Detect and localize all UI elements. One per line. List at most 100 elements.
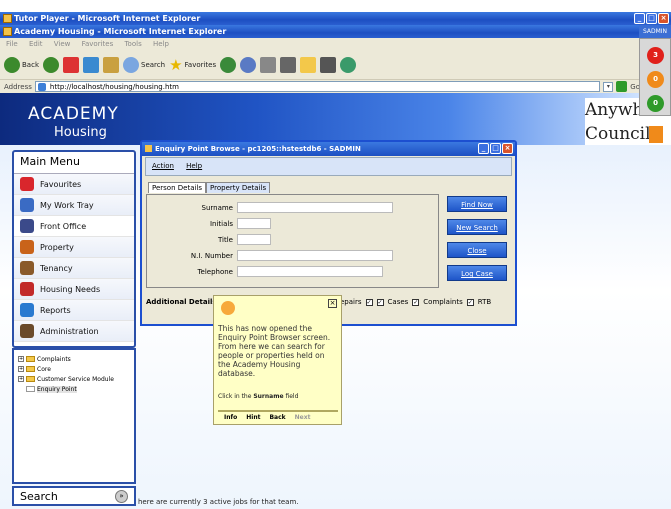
find-now-button[interactable]: Find Now: [447, 196, 507, 212]
checkbox-rtb[interactable]: ✓: [466, 298, 474, 306]
amber-alert-light[interactable]: 0: [647, 71, 664, 88]
menu-favorites[interactable]: Favorites: [82, 40, 114, 48]
address-dropdown-icon[interactable]: ▾: [603, 81, 614, 92]
close-icon[interactable]: ×: [658, 13, 669, 24]
field-input-initials[interactable]: [237, 218, 271, 229]
minimize-icon[interactable]: _: [634, 13, 645, 24]
dialog-minimize-icon[interactable]: _: [478, 143, 489, 154]
field-label: Telephone: [197, 267, 233, 276]
history-icon[interactable]: [220, 57, 237, 73]
maximize-icon[interactable]: □: [646, 13, 657, 24]
tab-property-details[interactable]: Property Details: [206, 182, 271, 193]
home-icon[interactable]: [103, 57, 119, 73]
menu-tools[interactable]: Tools: [124, 40, 141, 48]
menu-action[interactable]: Action: [152, 162, 174, 170]
browser-toolbar: Back Search ★ Favorites: [0, 51, 640, 79]
menu-item-my-work-tray[interactable]: My Work Tray: [14, 195, 134, 216]
expand-plus-icon[interactable]: +: [18, 366, 24, 372]
tree-item-enquiry-point[interactable]: Enquiry Point: [18, 384, 130, 394]
tree-item-core[interactable]: + Core: [18, 364, 130, 374]
tab-person-details[interactable]: Person Details: [148, 182, 207, 193]
address-label: Address: [4, 82, 32, 91]
menu-item-label: Reports: [40, 305, 71, 315]
tree-item-customer-service-module[interactable]: + Customer Service Module: [18, 374, 130, 384]
log-case-button[interactable]: Log Case: [447, 265, 507, 281]
dialog-close-icon[interactable]: ×: [502, 143, 513, 154]
menu-help[interactable]: Help: [153, 40, 169, 48]
instruction-prefix: Click in the: [218, 393, 254, 400]
checkbox-complaints[interactable]: ✓: [412, 298, 420, 306]
menu-item-housing-needs[interactable]: Housing Needs: [14, 279, 134, 300]
dialog-maximize-icon[interactable]: □: [490, 143, 501, 154]
outer-title-bar: Tutor Player - Microsoft Internet Explor…: [0, 12, 671, 25]
search-button[interactable]: Search: [123, 57, 165, 73]
hint-next-button[interactable]: Next: [295, 414, 311, 421]
star-icon: ★: [169, 56, 183, 74]
reports-icon: [20, 303, 34, 317]
hint-back-button[interactable]: Back: [269, 414, 285, 421]
field-input-telephone[interactable]: [237, 266, 383, 277]
hint-hint-button[interactable]: Hint: [246, 414, 260, 421]
field-input-n-i-number[interactable]: [237, 250, 393, 261]
checkbox-label-epairs: epairs: [340, 298, 362, 306]
checkbox-epairs[interactable]: ✓: [365, 298, 373, 306]
checkbox-cases[interactable]: ✓: [376, 298, 384, 306]
expand-plus-icon[interactable]: +: [18, 356, 24, 362]
tree-item-complaints[interactable]: + Complaints: [18, 354, 130, 364]
menu-dialog-help[interactable]: Help: [186, 162, 202, 170]
green-alert-light[interactable]: 0: [647, 95, 664, 112]
menu-item-property[interactable]: Property: [14, 237, 134, 258]
address-input[interactable]: http://localhost/housing/housing.htm: [34, 81, 601, 92]
menu-item-label: My Work Tray: [40, 200, 94, 210]
field-label: N.I. Number: [190, 251, 233, 260]
menu-item-tenancy[interactable]: Tenancy: [14, 258, 134, 279]
checkbox-label-rtb: RTB: [477, 298, 492, 306]
status-text: here are currently 3 active jobs for tha…: [138, 498, 299, 506]
menu-item-front-office[interactable]: Front Office: [14, 216, 134, 237]
ie-icon: [3, 27, 12, 36]
field-label: Initials: [209, 219, 233, 228]
go-arrow-icon[interactable]: [616, 81, 628, 92]
favorites-button[interactable]: ★ Favorites: [169, 56, 216, 74]
address-bar: Address http://localhost/housing/housing…: [0, 79, 640, 93]
close-button[interactable]: Close: [447, 242, 507, 258]
menu-file[interactable]: File: [6, 40, 18, 48]
tree-item-label: Core: [37, 365, 51, 373]
menu-item-administration[interactable]: Administration: [14, 321, 134, 342]
field-row-initials: Initials: [147, 218, 271, 229]
print-icon[interactable]: [260, 57, 277, 73]
menu-edit[interactable]: Edit: [29, 40, 43, 48]
dialog-tabs: Person Details Property Details: [148, 182, 271, 193]
mail-icon[interactable]: [240, 57, 257, 73]
expand-plus-icon[interactable]: +: [18, 376, 24, 382]
field-label: Surname: [201, 203, 234, 212]
hint-close-icon[interactable]: ×: [328, 299, 337, 308]
housing-logo: Housing: [54, 125, 107, 140]
field-row-telephone: Telephone: [147, 266, 383, 277]
red-alert-light[interactable]: 3: [647, 47, 664, 64]
messenger-icon[interactable]: [340, 57, 357, 73]
forward-arrow-icon[interactable]: [43, 57, 59, 73]
new-search-button[interactable]: New Search: [447, 219, 507, 235]
field-input-title[interactable]: [237, 234, 271, 245]
hint-info-button[interactable]: Info: [224, 414, 237, 421]
tutor-hint-balloon: × This has now opened the Enquiry Point …: [213, 295, 342, 425]
research-icon[interactable]: [320, 57, 337, 73]
user-label: SADMIN: [639, 25, 671, 38]
field-input-surname[interactable]: [237, 202, 393, 213]
front-office-icon: [20, 219, 34, 233]
academy-logo: ACADEMY: [28, 104, 119, 124]
back-button[interactable]: Back: [4, 57, 39, 73]
refresh-icon[interactable]: [83, 57, 99, 73]
back-label: Back: [22, 61, 39, 69]
edit-icon[interactable]: [280, 57, 297, 73]
tree-item-label: Customer Service Module: [37, 375, 114, 383]
menu-view[interactable]: View: [54, 40, 71, 48]
search-panel[interactable]: Search »: [12, 486, 136, 506]
menu-item-favourites[interactable]: Favourites: [14, 174, 134, 195]
tray-icon: [20, 198, 34, 212]
expand-chevron-icon[interactable]: »: [115, 490, 128, 503]
stop-icon[interactable]: [63, 57, 79, 73]
folder-icon[interactable]: [300, 57, 317, 73]
menu-item-reports[interactable]: Reports: [14, 300, 134, 321]
